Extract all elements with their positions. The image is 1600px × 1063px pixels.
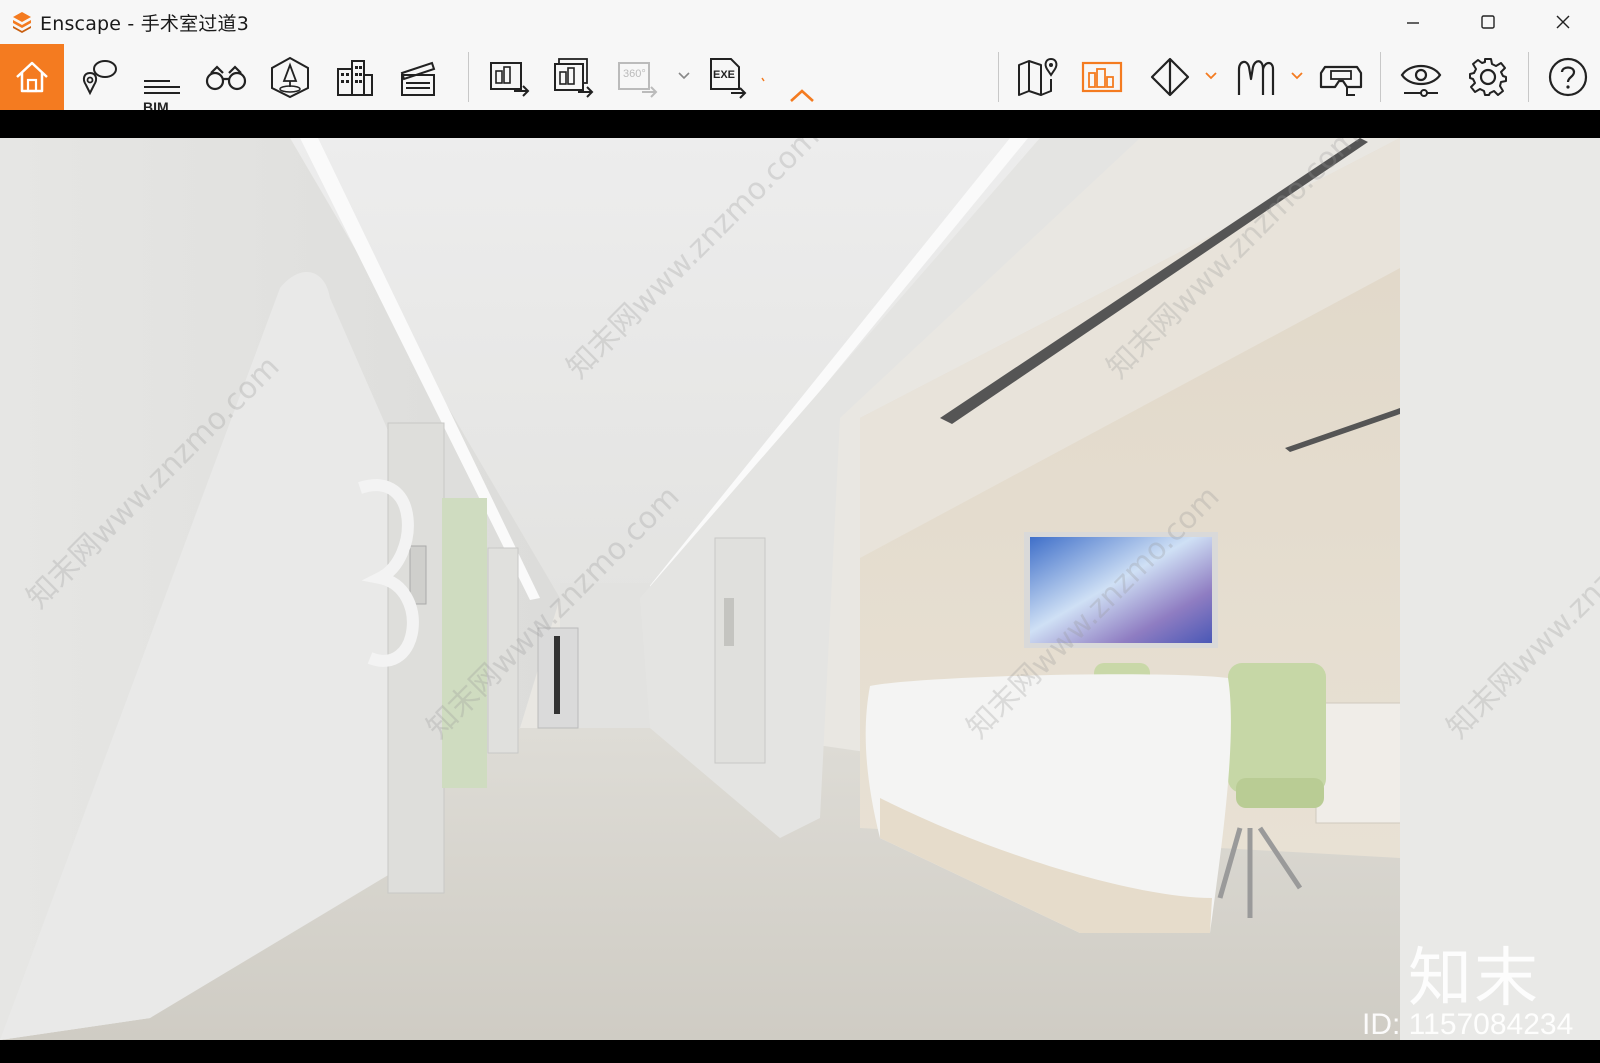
toolbar-separator (1528, 52, 1529, 102)
view-presets-button[interactable] (1070, 44, 1134, 110)
views-button[interactable] (66, 44, 130, 110)
toolbar-separator (998, 52, 999, 102)
chevron-down-icon (678, 72, 690, 80)
binoculars-button[interactable] (194, 44, 258, 110)
toolbar-separator (468, 52, 469, 102)
close-icon (1556, 15, 1569, 29)
collapse-toolbar-icon[interactable] (788, 88, 816, 104)
export-image-button[interactable] (477, 44, 541, 110)
letterbox-bottom (0, 1040, 1600, 1063)
toolbar-separator (1380, 52, 1381, 102)
help-button[interactable] (1536, 44, 1600, 110)
asset-library-icon (271, 56, 309, 99)
cube-icon (1150, 57, 1190, 97)
home-button[interactable] (0, 44, 64, 110)
video-editor-button[interactable] (386, 44, 450, 110)
minimize-button[interactable] (1375, 0, 1450, 44)
export-panorama-button[interactable]: 360° (605, 44, 669, 110)
window-title: Enscape - 手术室过道3 (40, 12, 250, 35)
maximize-button[interactable] (1450, 0, 1525, 44)
enscape-logo-icon (13, 12, 31, 33)
export-image-icon (490, 62, 530, 97)
vr-headset-button[interactable] (1309, 44, 1373, 110)
help-icon (1548, 57, 1588, 97)
main-toolbar: BIM 360° EXE (0, 44, 1600, 115)
views-icon (82, 60, 117, 96)
visual-settings-icon (1400, 64, 1442, 97)
brand-watermark: 知末 (1408, 942, 1540, 1016)
view-presets-icon (1081, 61, 1123, 93)
settings-button[interactable] (1456, 44, 1520, 110)
map-icon (1018, 57, 1058, 96)
exe-label: EXE (713, 69, 735, 81)
chevron-down-icon (1291, 72, 1303, 80)
cube-button[interactable] (1138, 44, 1202, 110)
export-exe-icon: EXE (710, 58, 747, 99)
fly-mode-icon (1237, 60, 1275, 95)
exe-indicator (756, 68, 772, 92)
map-button[interactable] (1006, 44, 1070, 110)
buildings-button[interactable] (322, 44, 386, 110)
minimize-icon (1406, 22, 1419, 24)
image-id-watermark: ID: 1157084234 (1362, 1008, 1574, 1041)
bim-icon (144, 80, 180, 94)
export-exe-button[interactable]: EXE (696, 44, 760, 110)
binoculars-icon (205, 65, 247, 91)
close-button[interactable] (1525, 0, 1600, 44)
batch-export-button[interactable] (541, 44, 605, 110)
chevron-down-icon (1205, 72, 1217, 80)
letterbox-top (0, 110, 1600, 138)
dot-indicator-icon (761, 77, 765, 82)
asset-library-button[interactable] (258, 44, 322, 110)
panorama-dropdown[interactable] (676, 64, 692, 88)
buildings-icon (337, 60, 373, 96)
batch-export-icon (554, 58, 594, 98)
corridor-render-image (0, 138, 1600, 1040)
settings-gear-icon (1469, 58, 1507, 96)
title-bar: Enscape - 手术室过道3 (0, 0, 1600, 44)
vr-headset-icon (1319, 65, 1363, 96)
cube-dropdown[interactable] (1203, 64, 1219, 88)
fly-mode-button[interactable] (1223, 44, 1287, 110)
render-viewport[interactable]: 知末网www.znzmo.com 知末网www.znzmo.com 知末网www… (0, 138, 1600, 1040)
panorama-label: 360° (623, 68, 646, 80)
home-icon (16, 61, 48, 93)
fly-mode-dropdown[interactable] (1289, 64, 1305, 88)
video-editor-icon (400, 61, 436, 96)
export-panorama-icon: 360° (618, 62, 658, 98)
maximize-icon (1480, 15, 1495, 29)
visual-settings-button[interactable] (1389, 44, 1453, 110)
